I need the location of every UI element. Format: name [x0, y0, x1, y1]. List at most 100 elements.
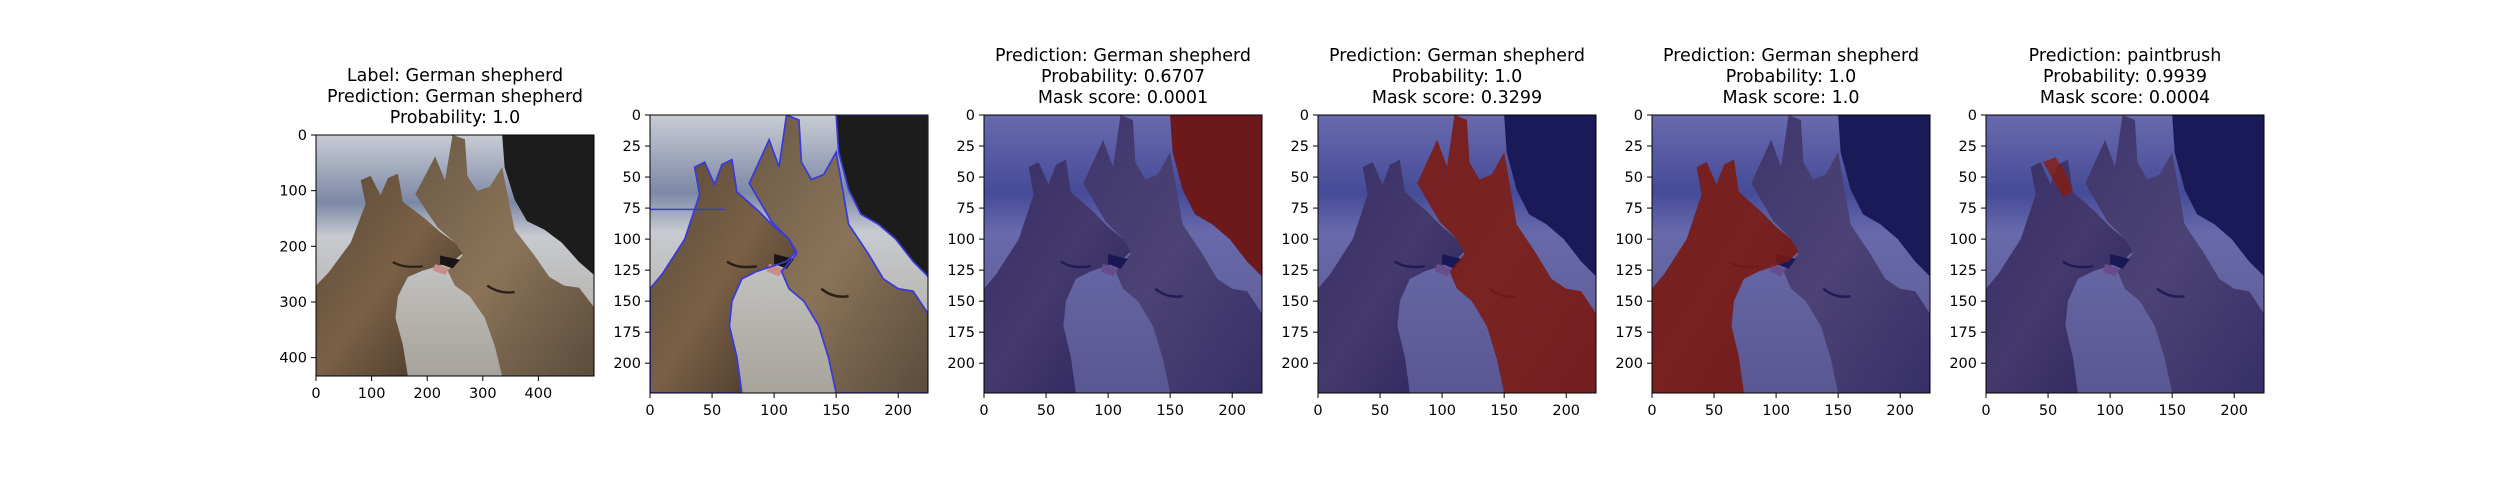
y-tick-label: 200: [613, 356, 641, 372]
x-tick-label: 0: [311, 386, 320, 402]
panel-title-line: Prediction: paintbrush: [2029, 46, 2222, 66]
panel-title-line: Mask score: 0.0004: [2040, 88, 2210, 108]
panel-5: Prediction: German shepherdProbability: …: [1615, 46, 1931, 419]
y-tick-label: 25: [1959, 139, 1977, 155]
y-tick-label: 200: [1615, 356, 1643, 372]
panel-title-line: Mask score: 0.3299: [1372, 88, 1542, 108]
panel-title-line: Probability: 1.0: [1726, 67, 1857, 87]
panel-image: [316, 135, 594, 376]
x-tick-label: 150: [1490, 403, 1518, 419]
x-tick-label: 150: [1824, 403, 1852, 419]
y-tick-label: 175: [1949, 325, 1977, 341]
y-tick-label: 175: [947, 325, 975, 341]
y-tick-label: 100: [947, 232, 975, 248]
x-tick-label: 150: [822, 403, 850, 419]
y-tick-label: 25: [623, 139, 641, 155]
panel-image: [1986, 115, 2264, 393]
panel-title-line: Prediction: German shepherd: [995, 46, 1251, 66]
panel-2: 0 50 100 150 200 0 25 50 75 100 125 150 175 200: [613, 108, 929, 419]
y-tick-label: 0: [1968, 108, 1977, 124]
x-tick-label: 100: [1428, 403, 1456, 419]
y-tick-label: 50: [1959, 170, 1977, 186]
x-tick-label: 400: [525, 386, 553, 402]
panel-3: Prediction: German shepherdProbability: …: [947, 46, 1263, 419]
y-tick-label: 300: [279, 295, 307, 311]
y-tick-label: 100: [613, 232, 641, 248]
x-tick-label: 50: [1371, 403, 1389, 419]
y-tick-label: 0: [298, 128, 307, 144]
y-tick-label: 150: [1281, 294, 1309, 310]
y-tick-label: 150: [947, 294, 975, 310]
y-tick-label: 125: [613, 263, 641, 279]
x-tick-label: 300: [469, 386, 497, 402]
x-tick-label: 50: [1705, 403, 1723, 419]
x-tick-label: 200: [1218, 403, 1246, 419]
y-tick-label: 100: [279, 184, 307, 200]
figure: Label: German shepherdPrediction: German…: [279, 46, 2265, 419]
y-tick-label: 125: [1949, 263, 1977, 279]
x-tick-label: 200: [413, 386, 441, 402]
y-tick-label: 200: [279, 239, 307, 255]
panel-6: Prediction: paintbrushProbability: 0.993…: [1949, 46, 2265, 419]
x-tick-label: 100: [1762, 403, 1790, 419]
x-tick-label: 200: [2220, 403, 2248, 419]
panel-image: [650, 115, 928, 393]
y-tick-label: 75: [1291, 201, 1309, 217]
y-tick-label: 200: [1949, 356, 1977, 372]
y-tick-label: 150: [1615, 294, 1643, 310]
x-tick-label: 100: [358, 386, 386, 402]
panel-title-line: Prediction: German shepherd: [327, 87, 583, 107]
x-tick-label: 0: [645, 403, 654, 419]
y-tick-label: 0: [966, 108, 975, 124]
y-tick-label: 125: [1281, 263, 1309, 279]
y-tick-label: 25: [1625, 139, 1643, 155]
x-tick-label: 100: [760, 403, 788, 419]
x-tick-label: 50: [2039, 403, 2057, 419]
y-tick-label: 0: [1634, 108, 1643, 124]
x-tick-label: 100: [1094, 403, 1122, 419]
panel-title-line: Probability: 1.0: [1392, 67, 1523, 87]
y-tick-label: 125: [1615, 263, 1643, 279]
panel-title-line: Label: German shepherd: [347, 66, 563, 86]
y-tick-label: 175: [613, 325, 641, 341]
x-tick-label: 200: [1552, 403, 1580, 419]
panel-image: [984, 115, 1262, 393]
x-tick-label: 200: [1886, 403, 1914, 419]
y-tick-label: 175: [1615, 325, 1643, 341]
x-tick-label: 100: [2096, 403, 2124, 419]
panel-title-line: Prediction: German shepherd: [1329, 46, 1585, 66]
y-tick-label: 100: [1281, 232, 1309, 248]
panel-image: [1652, 115, 1930, 393]
y-tick-label: 125: [947, 263, 975, 279]
panel-title-line: Probability: 0.9939: [2043, 67, 2207, 87]
y-tick-label: 50: [1291, 170, 1309, 186]
x-tick-label: 50: [1037, 403, 1055, 419]
x-tick-label: 0: [1313, 403, 1322, 419]
y-tick-label: 75: [1959, 201, 1977, 217]
y-tick-label: 175: [1281, 325, 1309, 341]
x-tick-label: 0: [979, 403, 988, 419]
panel-title-line: Mask score: 1.0: [1723, 88, 1860, 108]
panel-title-line: Prediction: German shepherd: [1663, 46, 1919, 66]
x-tick-label: 200: [884, 403, 912, 419]
x-tick-label: 0: [1981, 403, 1990, 419]
y-tick-label: 50: [623, 170, 641, 186]
y-tick-label: 25: [1291, 139, 1309, 155]
y-tick-label: 150: [613, 294, 641, 310]
x-tick-label: 50: [703, 403, 721, 419]
panel-title-line: Probability: 1.0: [390, 108, 521, 128]
x-tick-label: 150: [2158, 403, 2186, 419]
x-tick-label: 0: [1647, 403, 1656, 419]
y-tick-label: 100: [1615, 232, 1643, 248]
y-tick-label: 400: [279, 351, 307, 367]
y-tick-label: 75: [623, 201, 641, 217]
y-tick-label: 75: [957, 201, 975, 217]
panel-image: [1318, 115, 1596, 393]
y-tick-label: 200: [947, 356, 975, 372]
y-tick-label: 200: [1281, 356, 1309, 372]
y-tick-label: 0: [1300, 108, 1309, 124]
y-tick-label: 25: [957, 139, 975, 155]
panel-title-line: Probability: 0.6707: [1041, 67, 1205, 87]
y-tick-label: 50: [1625, 170, 1643, 186]
panel-1: Label: German shepherdPrediction: German…: [279, 66, 595, 402]
